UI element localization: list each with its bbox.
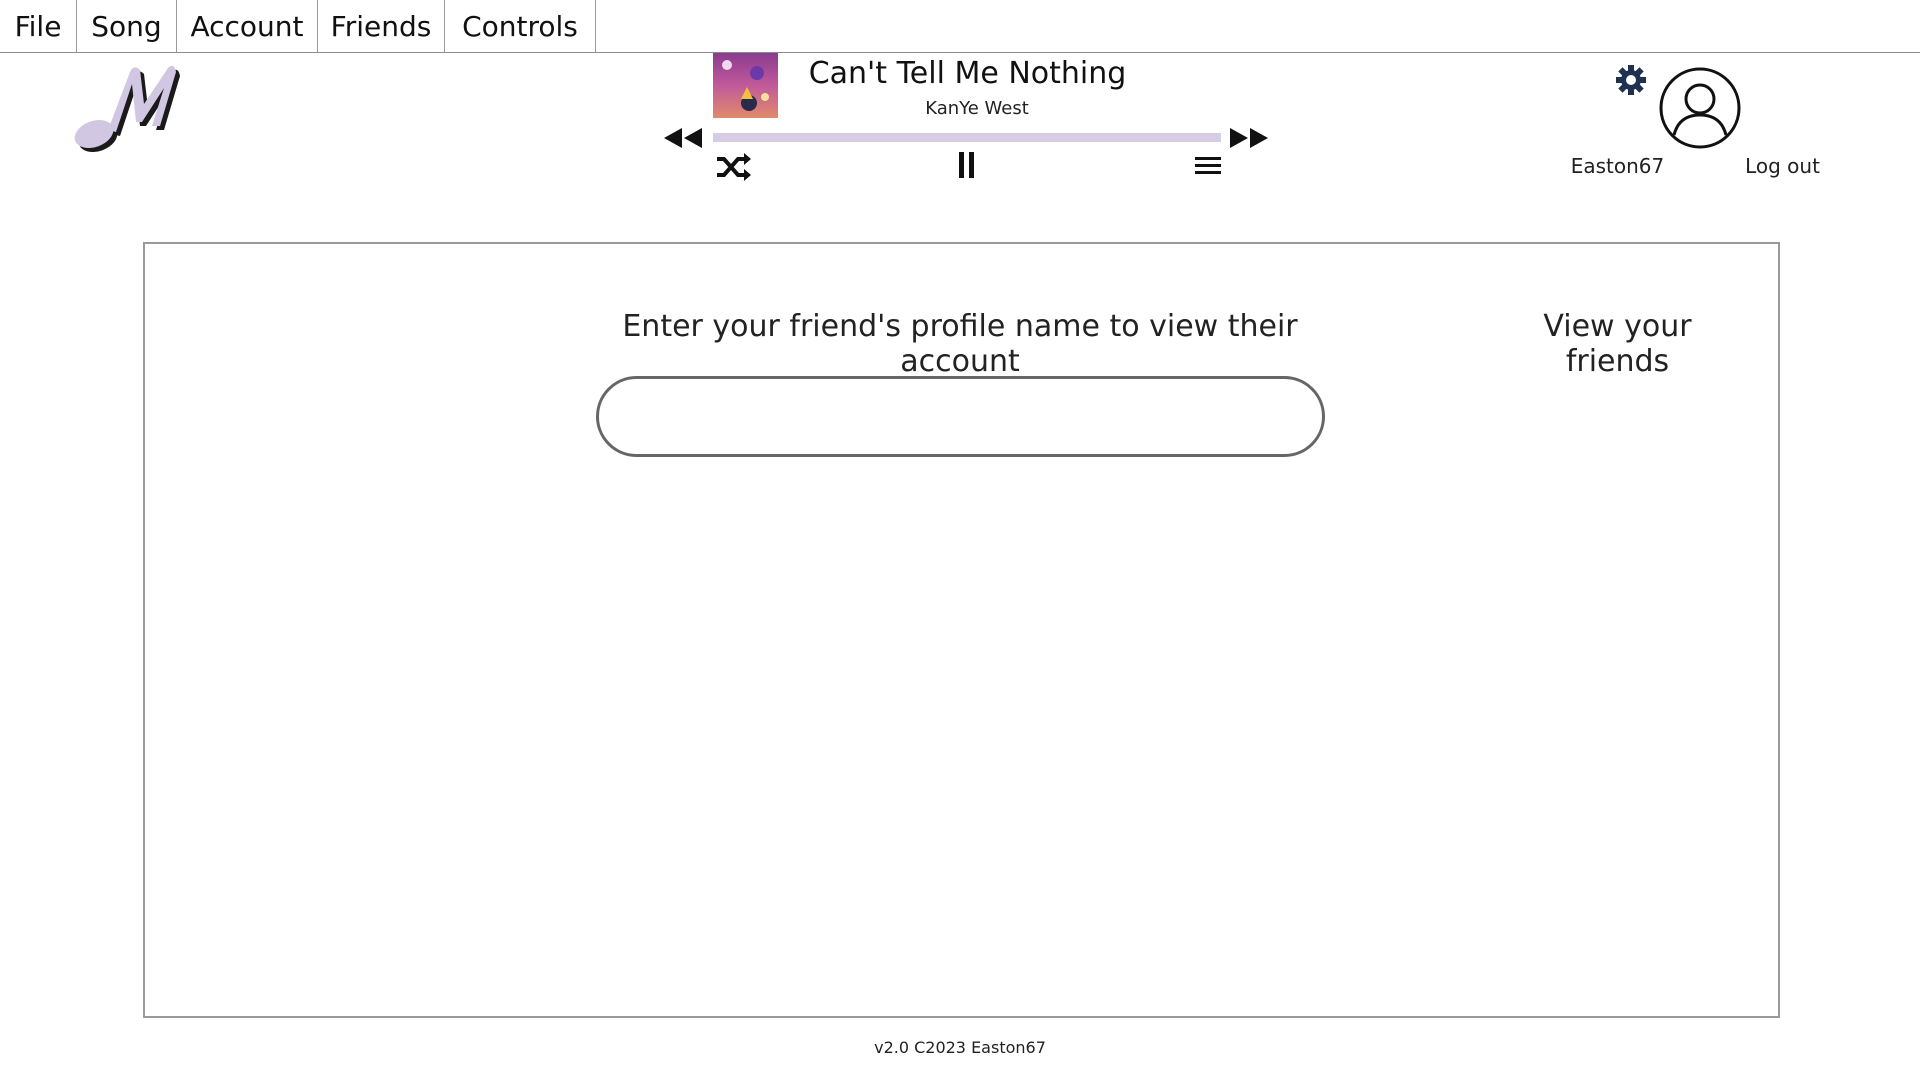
user-avatar-icon[interactable] [1659, 67, 1741, 149]
footer-version: v2.0 C2023 Easton67 [874, 1038, 1046, 1057]
menu-song[interactable]: Song [77, 0, 177, 53]
menu-friends[interactable]: Friends [318, 0, 445, 53]
gear-icon[interactable] [1615, 64, 1647, 96]
search-prompt: Enter your friend's profile name to view… [622, 309, 1298, 379]
menu-account[interactable]: Account [177, 0, 318, 53]
song-artist: KanYe West [925, 98, 1029, 119]
app-logo [72, 64, 182, 154]
fast-forward-icon[interactable] [1228, 126, 1270, 150]
view-friends-link[interactable]: View your friends [1495, 309, 1740, 379]
username: Easton67 [1570, 154, 1665, 178]
pause-icon[interactable] [955, 150, 979, 180]
menu-controls[interactable]: Controls [445, 0, 596, 53]
friend-search-input[interactable] [596, 376, 1325, 457]
progress-bar[interactable] [713, 133, 1221, 142]
logout-button[interactable]: Log out [1735, 154, 1830, 178]
menu-file[interactable]: File [0, 0, 77, 53]
menu-bar: File Song Account Friends Controls [0, 0, 1920, 53]
shuffle-icon[interactable] [714, 152, 752, 182]
rewind-icon[interactable] [662, 126, 704, 150]
song-title: Can't Tell Me Nothing [808, 56, 1127, 91]
queue-icon[interactable] [1193, 154, 1223, 178]
